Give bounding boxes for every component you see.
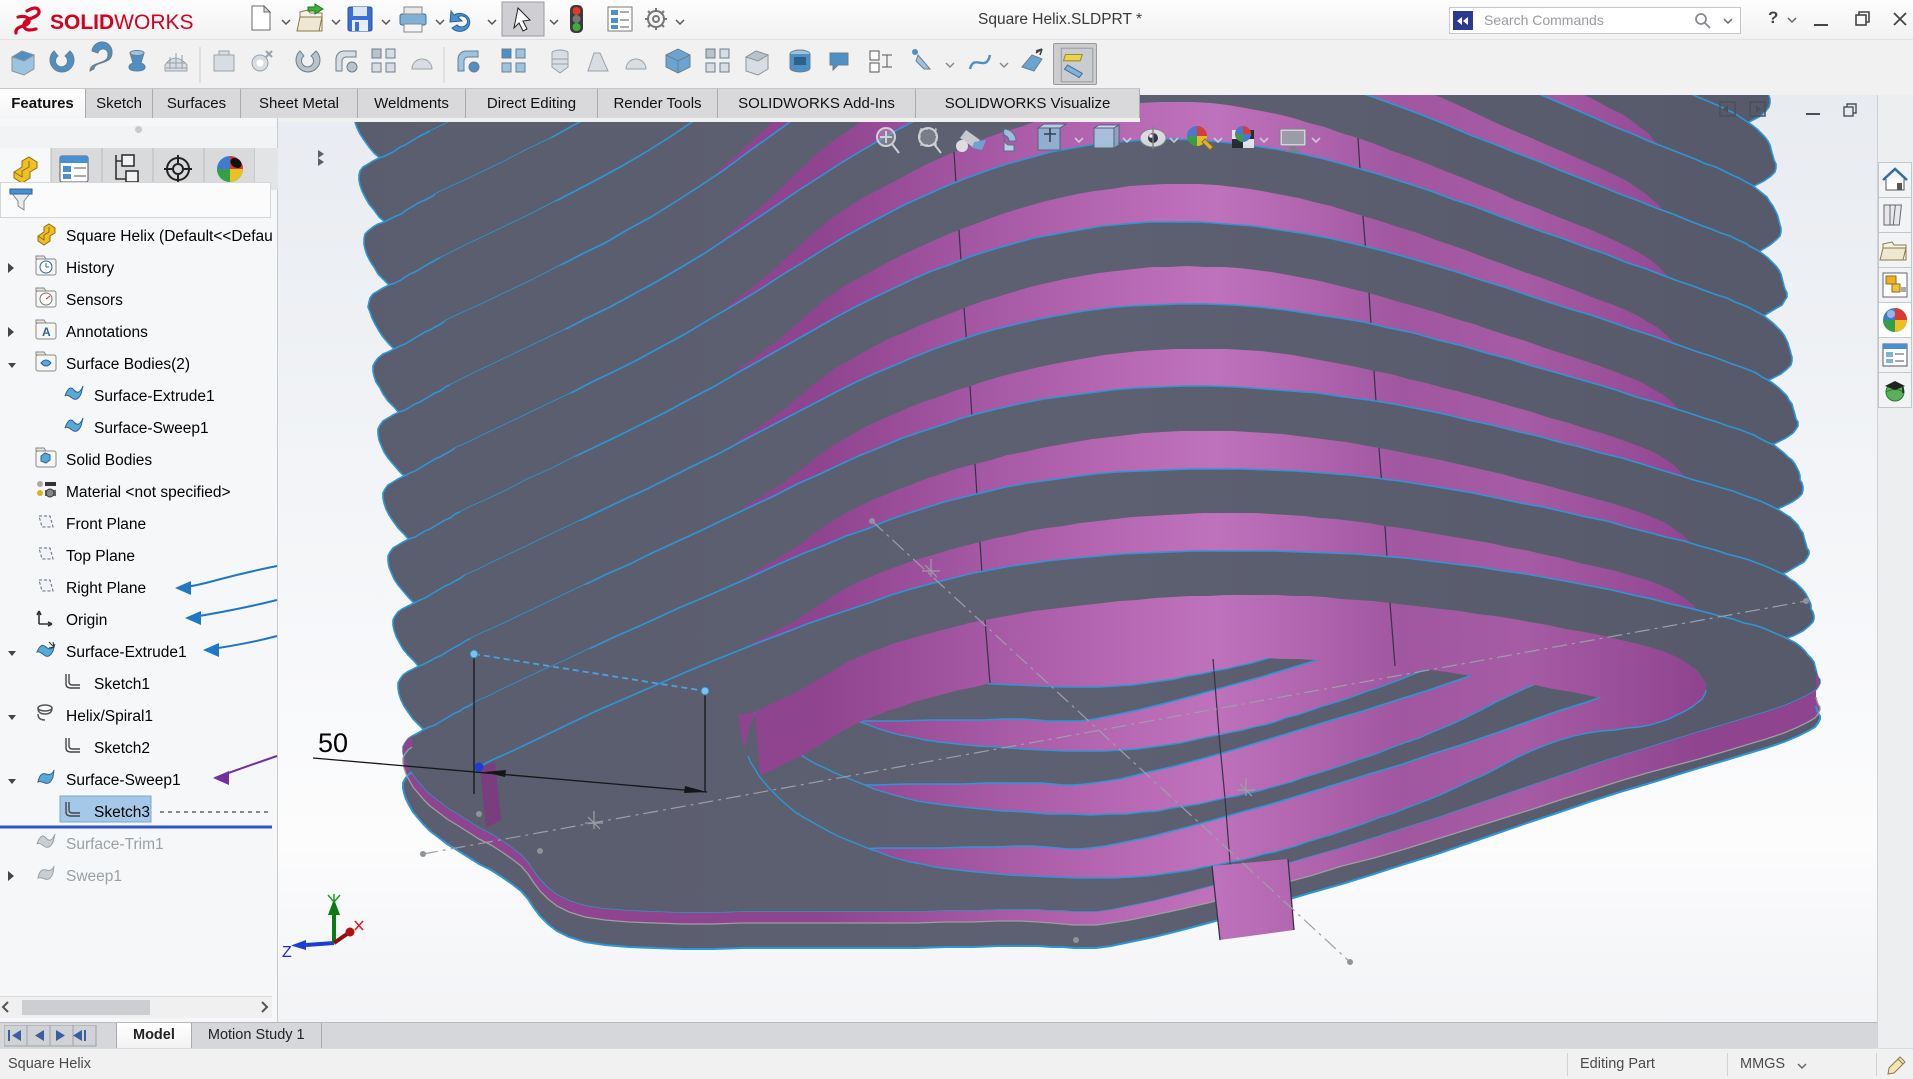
svg-text:Z: Z xyxy=(282,944,292,961)
svg-text:Surface-Sweep1: Surface-Sweep1 xyxy=(66,772,181,789)
svg-text:Sketch3: Sketch3 xyxy=(94,804,150,821)
svg-text:Front Plane: Front Plane xyxy=(66,516,146,533)
svg-text:History: History xyxy=(66,260,114,277)
svg-text:Solid Bodies: Solid Bodies xyxy=(66,452,152,469)
svg-text:Surface Bodies(2): Surface Bodies(2) xyxy=(66,356,190,373)
svg-text:Helix/Spiral1: Helix/Spiral1 xyxy=(66,708,153,725)
svg-text:Surface-Extrude1: Surface-Extrude1 xyxy=(94,388,215,405)
svg-text:Sketch2: Sketch2 xyxy=(94,740,150,757)
svg-text:Right Plane: Right Plane xyxy=(66,580,146,597)
svg-text:Surface-Trim1: Surface-Trim1 xyxy=(66,836,164,853)
svg-text:A: A xyxy=(42,325,51,339)
svg-text:Surface-Sweep1: Surface-Sweep1 xyxy=(94,420,209,437)
svg-text:50: 50 xyxy=(318,728,348,758)
svg-text:Sketch1: Sketch1 xyxy=(94,676,150,693)
svg-text:Annotations: Annotations xyxy=(66,324,148,341)
svg-text:Material <not specified>: Material <not specified> xyxy=(66,484,231,501)
svg-text:Square Helix (Default<<Defau: Square Helix (Default<<Defau xyxy=(66,228,273,245)
svg-text:Origin: Origin xyxy=(66,612,107,629)
svg-text:SOLIDWORKS: SOLIDWORKS xyxy=(50,11,194,34)
svg-text:Surface-Extrude1: Surface-Extrude1 xyxy=(66,644,187,661)
svg-text:Sensors: Sensors xyxy=(66,292,123,309)
svg-text:Top Plane: Top Plane xyxy=(66,548,135,565)
svg-text:Sweep1: Sweep1 xyxy=(66,868,122,885)
